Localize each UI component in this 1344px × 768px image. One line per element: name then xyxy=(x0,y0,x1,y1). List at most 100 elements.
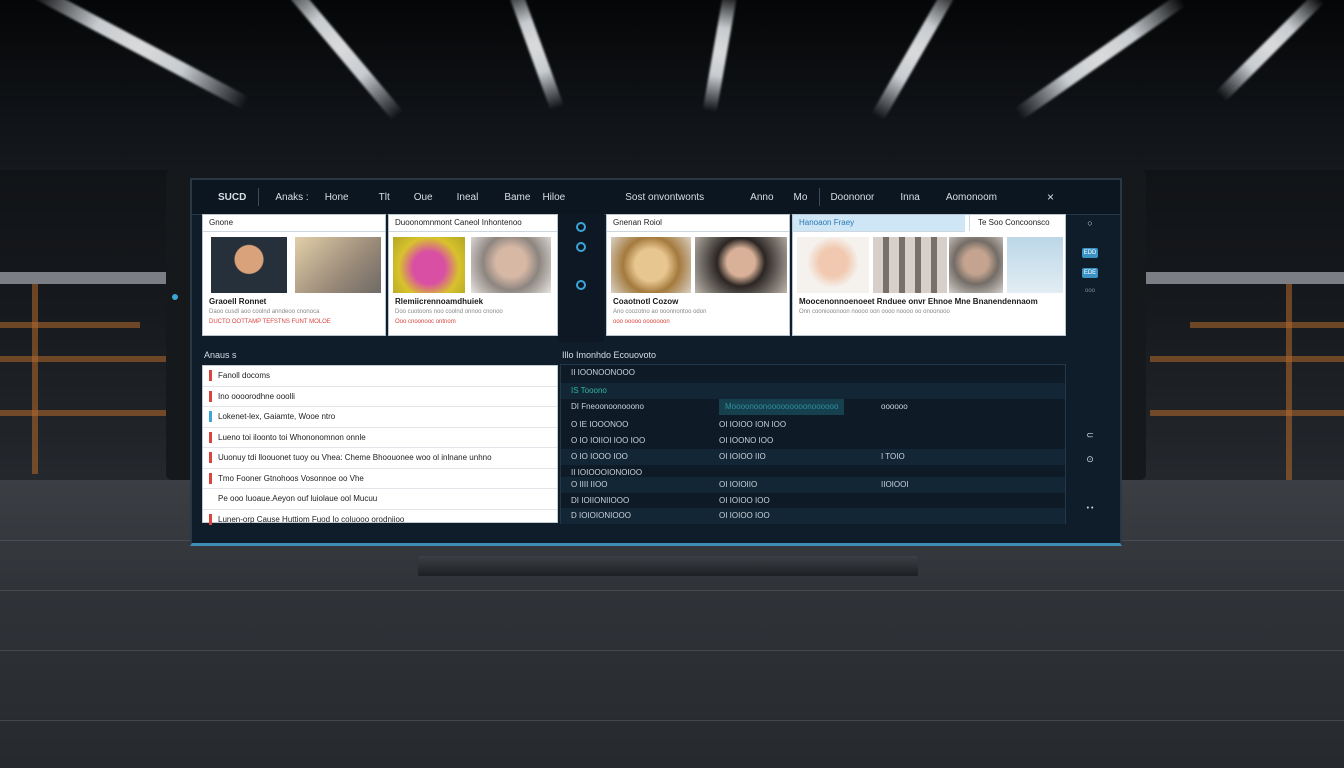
divider xyxy=(819,188,821,206)
list-item[interactable]: Fanoll docoms xyxy=(203,366,557,387)
table-row[interactable]: O IO IOIIOI IOO IOO OI IOONO IOO xyxy=(561,433,1065,449)
list-item[interactable]: Tmo Fooner Gtnohoos Vosonnoe oo Vhe xyxy=(203,469,557,489)
refresh-icon[interactable]: ⊙ xyxy=(1082,454,1098,464)
status-marker xyxy=(209,390,212,402)
card-line: Ano coozotno ao ooonnontoo odon xyxy=(613,309,707,315)
photo-image xyxy=(295,237,381,293)
status-marker xyxy=(209,472,212,484)
indicator-icon[interactable] xyxy=(576,242,586,252)
list-item[interactable]: Ino oooorodhne ooolli xyxy=(203,387,557,407)
nav-item[interactable]: Aomonoom xyxy=(946,192,997,203)
right-rail: ○ EDD EDE ooo ⊂ ⊙ • • xyxy=(1082,214,1112,543)
table-cell: OI IOIOO IOO xyxy=(719,511,770,520)
news-card[interactable]: Duoonomnmont Caneol Inhontenoo Rlemiicre… xyxy=(388,214,558,336)
nav-item[interactable]: Doononor xyxy=(830,192,874,203)
monitor-screen: SUCD Anaks : Hone Tlt Oue Ineal Bame Hil… xyxy=(190,178,1122,546)
card-title: Gnone xyxy=(203,215,385,232)
monitor-stand xyxy=(418,556,918,576)
divider xyxy=(258,188,260,206)
nav-item[interactable]: Hone xyxy=(325,192,349,203)
table-row[interactable]: O IO IOOO IOO OI IOIOO IIO I TOIO xyxy=(561,449,1065,465)
app-logo[interactable]: SUCD xyxy=(218,192,246,203)
data-table: II IOONOONOOO IS Tooono DI Fneoonoonooon… xyxy=(560,364,1066,524)
news-card[interactable]: Hanoaon Fraey Te Soo Concoonsco Moocenon… xyxy=(792,214,1066,336)
status-marker xyxy=(209,370,212,382)
nav-item[interactable]: Bame xyxy=(504,192,530,203)
portrait-image xyxy=(695,237,787,293)
card-caption: Graoell Ronnet xyxy=(209,297,267,306)
list-item-text: Pe ooo Iuoaue.Aeyon ouf luiolaue ool Muc… xyxy=(218,494,378,503)
photo-image xyxy=(949,237,1003,293)
top-navigation-bar: SUCD Anaks : Hone Tlt Oue Ineal Bame Hil… xyxy=(192,180,1120,215)
table-row[interactable]: O IIII IIOO OI IOIOIIO IIOIOOI xyxy=(561,477,1065,493)
indicator-icon[interactable] xyxy=(576,280,586,290)
card-title: Gnenan Roiol xyxy=(607,215,789,232)
table-row[interactable]: D IOIOIONIOOO OI IOIOO IOO xyxy=(561,508,1065,524)
dots-icon[interactable]: • • xyxy=(1082,504,1098,514)
table-cell: DI IOIIONIIOOO xyxy=(571,496,630,505)
photo-image xyxy=(873,237,947,293)
table-cell: O IO IOOO IOO xyxy=(571,452,628,461)
shelf xyxy=(1190,322,1344,328)
list-item-text: Lueno toi iloonto toi Whononomnon onnle xyxy=(218,432,366,442)
close-icon[interactable]: × xyxy=(1047,190,1054,204)
table-cell: OI IOIOO ION IOO xyxy=(719,420,787,429)
toggle-icon[interactable]: ⊂ xyxy=(1082,430,1098,440)
list-item[interactable]: Lueno toi iloonto toi Whononomnon onnle xyxy=(203,428,557,448)
nav-item[interactable]: Anno xyxy=(750,192,773,203)
list-item-text: Tmo Fooner Gtnohoos Vosonnoe oo Vhe xyxy=(218,473,364,483)
status-marker xyxy=(209,513,212,525)
nav-item[interactable]: Mo xyxy=(794,192,808,203)
status-marker xyxy=(209,431,212,443)
nav-item[interactable]: Tlt xyxy=(379,192,390,203)
list-item[interactable]: Lunen-orp Cause Huttiom Fuod Io coluooo … xyxy=(203,510,557,530)
nav-item[interactable]: Ineal xyxy=(457,192,479,203)
status-marker xyxy=(209,452,212,464)
table-cell: Moooonoonooooooooonoooooo xyxy=(719,399,845,415)
photo-image xyxy=(1007,237,1063,293)
nav-item[interactable]: Inna xyxy=(900,192,919,203)
table-row[interactable]: O IE IOOONOO OI IOIOO ION IOO xyxy=(561,417,1065,433)
card-line: Onn cooniooonoon noooo oon oooo noooo oo… xyxy=(799,309,950,315)
table-cell: II IOONOONOOO xyxy=(571,368,636,377)
table-cell: DI Fneoonoonooono xyxy=(571,402,644,411)
news-card[interactable]: Gnenan Roiol Coaotnotl Cozow Ano coozotn… xyxy=(606,214,790,336)
ceiling-light xyxy=(1014,0,1186,121)
table-cell: O IE IOOONOO xyxy=(571,420,629,429)
table-row[interactable]: IS Tooono xyxy=(561,383,1065,399)
section-title: Illo Imonhdo Ecouovoto xyxy=(562,350,657,360)
nav-item[interactable]: Anaks : xyxy=(275,192,308,203)
table-cell: OI IOIOO IOO xyxy=(719,496,770,505)
ceiling xyxy=(0,0,1344,170)
status-marker xyxy=(209,411,212,423)
status-badge[interactable]: EDD xyxy=(1082,248,1098,258)
shelf xyxy=(0,410,170,416)
table-cell: OI IOIOO IIO xyxy=(719,452,766,461)
shelf xyxy=(32,284,38,474)
table-row[interactable]: DI Fneoonoonooono Moooonoonooooooooonoooo… xyxy=(561,399,1065,415)
card-line: Daoo cusdl aoo coolnd anndeoo cnonoca xyxy=(209,309,320,315)
table-cell: D IOIOIONIOOO xyxy=(571,511,632,520)
nav-item[interactable]: Oue xyxy=(414,192,433,203)
status-badge[interactable]: EDE xyxy=(1082,268,1098,278)
nav-item[interactable]: Sost onvontwonts xyxy=(625,192,704,203)
circle-icon[interactable]: ○ xyxy=(1082,218,1098,228)
indicator-icon[interactable] xyxy=(576,222,586,232)
card-title: Duoonomnmont Caneol Inhontenoo xyxy=(389,215,557,232)
news-card[interactable]: Gnone Graoell Ronnet Daoo cusdl aoo cool… xyxy=(202,214,386,336)
list-item-text: Lunen-orp Cause Huttiom Fuod Io coluooo … xyxy=(218,514,405,524)
list-item[interactable]: Lokenet-lex, Gaiamte, Wooe ntro xyxy=(203,407,557,428)
portrait-image xyxy=(471,237,551,293)
shelf xyxy=(0,356,170,362)
icon-column xyxy=(558,214,604,342)
table-cell: I TOIO xyxy=(881,452,905,461)
list-item[interactable]: Uuonuy tdi lloouonet tuoy ou Vhea: Cheme… xyxy=(203,448,557,469)
ceiling-light xyxy=(30,0,250,110)
table-row[interactable]: DI IOIIONIIOOO OI IOIOO IOO xyxy=(561,493,1065,509)
nav-item[interactable]: Hiloe xyxy=(542,192,565,203)
shelf xyxy=(1150,410,1344,416)
table-row[interactable]: II IOONOONOOO xyxy=(561,365,1065,381)
ceiling-light xyxy=(702,0,738,113)
list-item[interactable]: Pe ooo Iuoaue.Aeyon ouf luiolaue ool Muc… xyxy=(203,489,557,510)
section-title: Anaus s xyxy=(204,350,237,360)
